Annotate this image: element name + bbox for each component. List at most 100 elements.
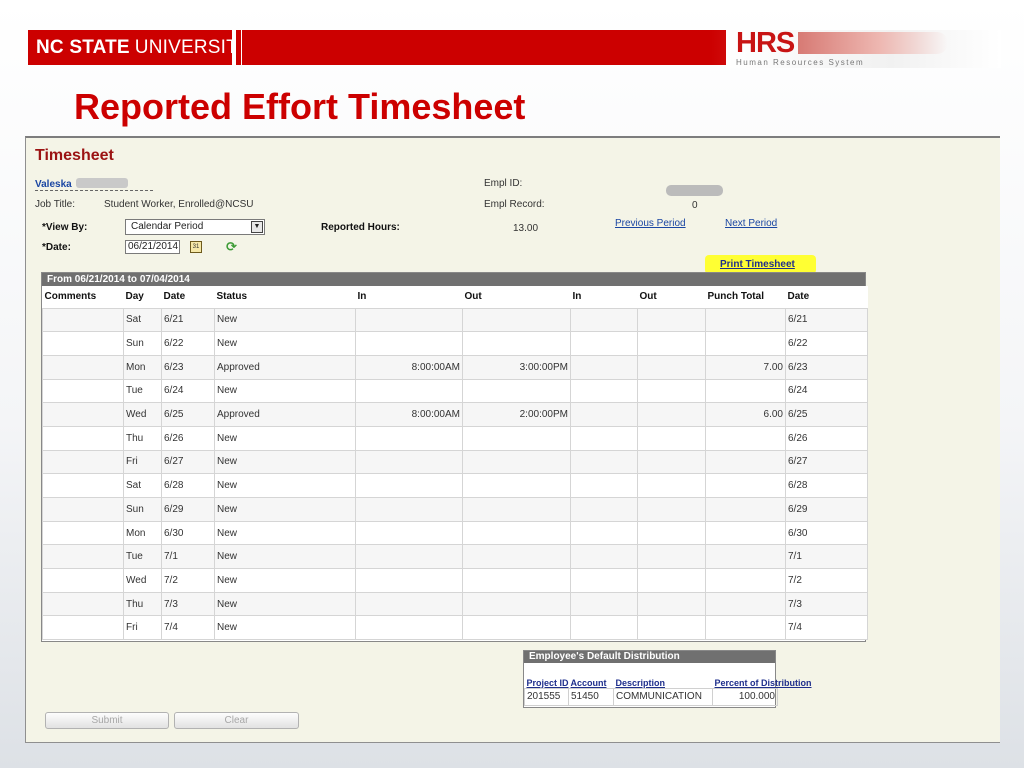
table-cell: 6/25 — [161, 402, 215, 427]
table-cell: 7/4 — [161, 615, 215, 641]
clear-button[interactable]: Clear — [174, 712, 299, 729]
table-cell — [637, 615, 706, 641]
table-cell — [637, 544, 706, 570]
table-cell: 2:00:00PM — [462, 402, 571, 427]
table-cell — [570, 615, 638, 641]
table-cell[interactable] — [42, 615, 124, 641]
table-cell — [637, 307, 706, 333]
previous-period-link[interactable]: Previous Period — [615, 218, 686, 229]
table-cell: 6/26 — [785, 425, 868, 451]
logo-tail — [236, 30, 241, 65]
table-cell: Tue — [123, 378, 162, 404]
table-row: Thu 7/3 New 7/3 — [42, 591, 868, 617]
table-cell — [705, 544, 786, 570]
hrs-swoosh-icon — [798, 32, 948, 54]
empl-id-label: Empl ID: — [484, 178, 523, 189]
table-cell: Tue — [123, 544, 162, 570]
table-cell — [462, 425, 571, 451]
distribution-cell: COMMUNICATION — [613, 687, 713, 706]
table-row: Mon 6/23 Approved 8:00:00AM 3:00:00PM 7.00 6/2… — [42, 354, 868, 380]
date-input[interactable]: 06/21/2014 — [125, 240, 180, 254]
table-cell — [637, 378, 706, 404]
table-cell: 8:00:00AM — [355, 354, 463, 380]
table-cell: 6/25 — [785, 402, 868, 427]
table-cell — [637, 402, 706, 427]
table-cell — [462, 307, 571, 333]
grid-col-header: Punch Total — [705, 286, 786, 308]
table-cell[interactable] — [42, 544, 124, 570]
view-by-label: *View By: — [42, 222, 88, 233]
table-cell — [355, 378, 463, 404]
table-cell: 6/27 — [161, 449, 215, 475]
table-cell[interactable] — [42, 425, 124, 451]
table-cell[interactable] — [42, 520, 124, 546]
job-title-value: Student Worker, Enrolled@NCSU — [104, 199, 254, 210]
table-cell[interactable] — [42, 449, 124, 475]
table-cell: 6/23 — [161, 354, 215, 380]
table-cell[interactable] — [42, 378, 124, 404]
distribution-col-header[interactable]: Account — [569, 663, 614, 688]
calendar-icon[interactable]: 31 — [190, 241, 202, 253]
table-cell: New — [214, 520, 356, 546]
table-cell — [705, 449, 786, 475]
table-cell: New — [214, 544, 356, 570]
table-cell[interactable] — [42, 568, 124, 593]
timesheet-heading: Timesheet — [35, 147, 114, 164]
table-cell: 6/30 — [161, 520, 215, 546]
slide-title: Reported Effort Timesheet — [74, 86, 526, 127]
distribution-col-header[interactable]: Description — [614, 663, 713, 688]
table-cell — [355, 497, 463, 522]
reported-hours-value: 13.00 — [513, 223, 539, 234]
table-cell — [570, 307, 638, 333]
table-cell: New — [214, 568, 356, 593]
table-cell: 6/24 — [785, 378, 868, 404]
default-distribution: Employee's Default Distribution Project … — [523, 650, 812, 708]
view-by-select[interactable]: Calendar Period ▼ — [125, 219, 265, 235]
distribution-body: 201555 51450 COMMUNICATION 100.000 — [524, 687, 778, 706]
table-cell — [570, 402, 638, 427]
employee-name[interactable]: Valeska — [35, 179, 72, 190]
table-cell[interactable] — [42, 331, 124, 356]
table-cell: New — [214, 497, 356, 522]
table-cell: 6/22 — [161, 331, 215, 356]
table-cell — [705, 497, 786, 522]
print-timesheet-link[interactable]: Print Timesheet — [720, 259, 795, 270]
table-cell: New — [214, 378, 356, 404]
table-cell — [705, 520, 786, 546]
distribution-row: 201555 51450 COMMUNICATION 100.000 — [524, 687, 778, 706]
table-cell[interactable] — [42, 354, 124, 380]
table-cell: 7/1 — [785, 544, 868, 570]
table-cell: 6/21 — [161, 307, 215, 333]
distribution-col-header[interactable]: Percent of Distribution — [713, 663, 812, 688]
refresh-icon[interactable]: ⟳ — [226, 239, 237, 255]
table-cell: New — [214, 591, 356, 617]
table-cell: 6.00 — [705, 402, 786, 427]
table-cell[interactable] — [42, 591, 124, 617]
table-cell: Fri — [123, 449, 162, 475]
grid-col-header: Out — [462, 286, 571, 308]
table-cell: 6/22 — [785, 331, 868, 356]
distribution-col-header[interactable]: Project ID — [525, 663, 569, 688]
table-cell — [355, 544, 463, 570]
submit-button[interactable]: Submit — [45, 712, 169, 729]
table-cell[interactable] — [42, 473, 124, 498]
table-row: Wed 6/25 Approved 8:00:00AM 2:00:00PM 6.00 6/2… — [42, 402, 868, 427]
table-cell: 6/24 — [161, 378, 215, 404]
table-cell: 6/26 — [161, 425, 215, 451]
table-cell[interactable] — [42, 497, 124, 522]
table-cell — [705, 568, 786, 593]
table-cell[interactable] — [42, 402, 124, 427]
table-cell — [570, 354, 638, 380]
date-label: *Date: — [42, 242, 71, 253]
distribution-table: Project ID Account Description Percent of D… — [524, 663, 812, 706]
table-cell: 7.00 — [705, 354, 786, 380]
table-row: Fri 6/27 New 6/27 — [42, 449, 868, 475]
table-cell: Thu — [123, 591, 162, 617]
next-period-link[interactable]: Next Period — [725, 218, 777, 229]
table-cell — [637, 497, 706, 522]
table-cell[interactable] — [42, 307, 124, 333]
table-cell: Approved — [214, 402, 356, 427]
table-cell: 6/30 — [785, 520, 868, 546]
table-cell: Wed — [123, 402, 162, 427]
chevron-down-icon[interactable]: ▼ — [251, 221, 263, 233]
